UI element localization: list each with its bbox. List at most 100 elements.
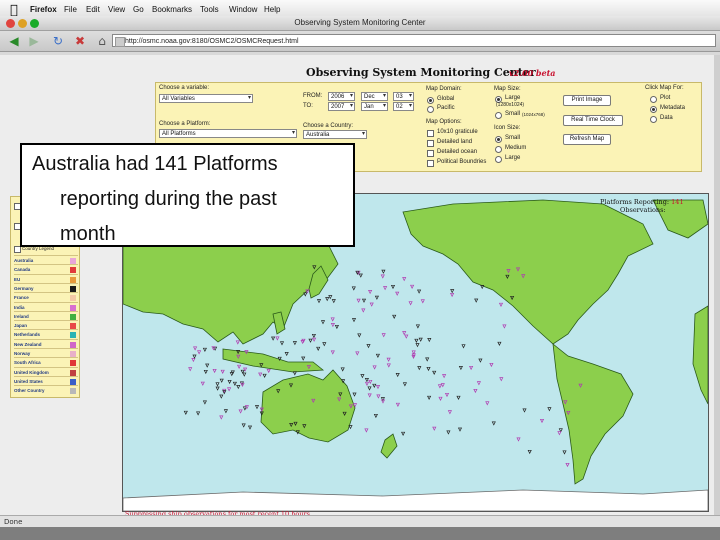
menu-window[interactable]: Window xyxy=(229,5,257,14)
platform-marker[interactable] xyxy=(330,317,335,322)
back-icon[interactable]: ◀ xyxy=(6,33,22,49)
platform-marker[interactable] xyxy=(223,409,228,414)
platform-marker[interactable] xyxy=(386,363,391,368)
platform-marker[interactable] xyxy=(205,363,210,368)
platform-marker[interactable] xyxy=(395,402,400,407)
platform-marker[interactable] xyxy=(351,286,356,291)
platform-marker[interactable] xyxy=(316,299,322,304)
platform-marker[interactable] xyxy=(417,366,422,371)
platform-marker[interactable] xyxy=(427,395,432,400)
print-image-button[interactable]: Print Image xyxy=(563,95,611,106)
to-month-select[interactable]: Jan xyxy=(361,102,388,111)
platform-marker[interactable] xyxy=(527,449,532,455)
platform-marker[interactable] xyxy=(357,333,362,338)
from-day-select[interactable]: 03 xyxy=(393,92,414,101)
platform-marker[interactable] xyxy=(364,381,370,386)
platform-marker[interactable] xyxy=(330,323,335,328)
to-day-select[interactable]: 02 xyxy=(393,102,414,111)
click-map-plot-radio[interactable] xyxy=(650,96,657,103)
variable-select[interactable]: All Variables xyxy=(159,94,253,103)
detailed-land-checkbox[interactable] xyxy=(427,140,434,147)
platform-marker[interactable] xyxy=(489,362,494,368)
platform-marker[interactable] xyxy=(485,401,490,406)
detailed-ocean-checkbox[interactable] xyxy=(427,150,434,157)
platform-marker[interactable] xyxy=(328,295,333,300)
platform-marker[interactable] xyxy=(415,324,420,329)
platform-marker[interactable] xyxy=(402,331,407,336)
platform-marker[interactable] xyxy=(474,298,479,303)
platform-marker[interactable] xyxy=(220,369,225,374)
platform-marker[interactable] xyxy=(232,381,237,386)
platform-marker[interactable] xyxy=(192,354,197,359)
platform-marker[interactable] xyxy=(311,333,316,339)
map-domain-pacific-radio[interactable] xyxy=(427,106,434,113)
platform-marker[interactable] xyxy=(562,450,567,455)
platform-marker[interactable] xyxy=(446,430,451,435)
platform-marker[interactable] xyxy=(364,378,369,383)
menu-app[interactable]: Firefox xyxy=(30,5,57,14)
platform-marker[interactable] xyxy=(438,396,443,401)
platform-marker[interactable] xyxy=(447,410,452,415)
platform-marker[interactable] xyxy=(408,301,413,306)
platform-marker[interactable] xyxy=(380,274,385,279)
platform-marker[interactable] xyxy=(372,383,377,388)
real-time-clock-button[interactable]: Real Time Clock xyxy=(563,115,623,126)
platform-marker[interactable] xyxy=(331,299,336,304)
platform-marker[interactable] xyxy=(557,431,562,436)
platform-marker[interactable] xyxy=(197,350,202,355)
platform-marker[interactable] xyxy=(499,377,504,382)
platform-marker[interactable] xyxy=(241,423,246,428)
platform-marker[interactable] xyxy=(292,341,297,346)
click-map-metadata-radio[interactable] xyxy=(650,106,657,113)
platform-marker[interactable] xyxy=(450,292,455,298)
map-size-small-radio[interactable] xyxy=(495,112,502,119)
platform-marker[interactable] xyxy=(427,338,432,343)
click-map-data-radio[interactable] xyxy=(650,116,657,123)
platform-marker[interactable] xyxy=(355,351,360,356)
platform-marker[interactable] xyxy=(219,394,224,399)
platform-marker[interactable] xyxy=(212,368,217,374)
platform-marker[interactable] xyxy=(188,367,193,372)
platform-marker[interactable] xyxy=(444,392,450,398)
platform-marker[interactable] xyxy=(376,394,381,399)
platform-marker[interactable] xyxy=(426,366,431,372)
platform-marker[interactable] xyxy=(203,369,208,375)
platform-marker[interactable] xyxy=(461,344,466,349)
platform-marker[interactable] xyxy=(369,302,374,307)
platform-marker[interactable] xyxy=(334,324,339,330)
vertical-scrollbar[interactable] xyxy=(714,55,720,515)
platform-marker[interactable] xyxy=(215,382,220,387)
platform-marker[interactable] xyxy=(193,346,198,351)
platform-marker[interactable] xyxy=(320,320,326,325)
platform-marker[interactable] xyxy=(390,284,396,290)
platform-marker[interactable] xyxy=(368,379,373,385)
menu-go[interactable]: Go xyxy=(133,5,144,14)
platform-marker[interactable] xyxy=(219,415,224,420)
icon-size-medium-radio[interactable] xyxy=(495,146,502,153)
platform-marker[interactable] xyxy=(266,368,271,374)
platform-marker[interactable] xyxy=(202,347,207,352)
platform-marker[interactable] xyxy=(247,425,253,430)
platform-marker[interactable] xyxy=(418,337,423,342)
platform-marker[interactable] xyxy=(476,381,481,386)
platform-marker[interactable] xyxy=(456,395,461,400)
platform-marker[interactable] xyxy=(258,372,263,377)
platform-marker[interactable] xyxy=(352,392,357,397)
platform-marker[interactable] xyxy=(271,336,276,341)
menu-edit[interactable]: Edit xyxy=(86,5,100,14)
platform-marker[interactable] xyxy=(457,427,463,432)
platform-marker[interactable] xyxy=(312,337,317,342)
graticule-checkbox[interactable] xyxy=(427,130,434,137)
platform-marker[interactable] xyxy=(491,421,496,426)
platform-marker[interactable] xyxy=(392,314,397,319)
platform-marker[interactable] xyxy=(330,350,335,355)
platform-marker[interactable] xyxy=(275,336,280,341)
platform-marker[interactable] xyxy=(381,269,386,274)
platform-marker[interactable] xyxy=(237,364,242,369)
political-boundries-checkbox[interactable] xyxy=(427,160,434,167)
platform-marker[interactable] xyxy=(401,431,406,436)
platform-marker[interactable] xyxy=(351,318,357,323)
platform-marker[interactable] xyxy=(425,357,430,362)
menu-file[interactable]: File xyxy=(64,5,77,14)
platform-marker[interactable] xyxy=(183,410,188,415)
